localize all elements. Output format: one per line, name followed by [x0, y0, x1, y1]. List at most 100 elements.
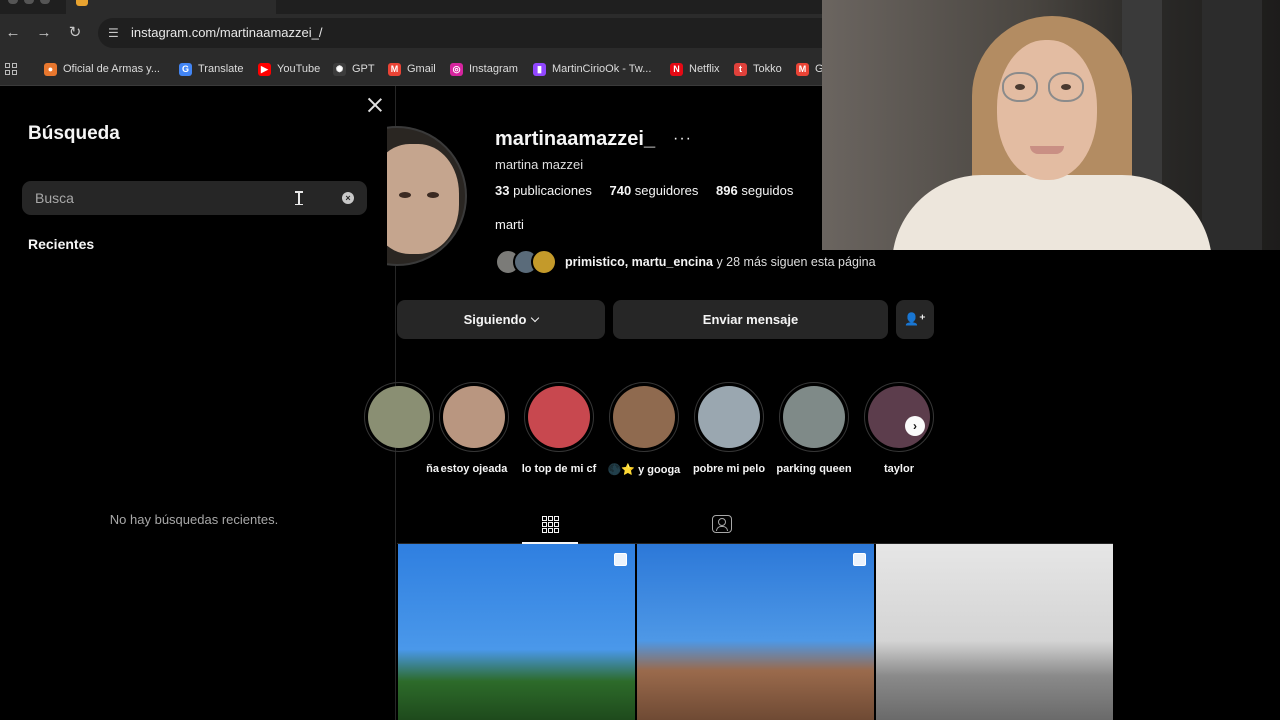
apps-grid-icon[interactable]: [5, 63, 18, 76]
person-eye: [1061, 84, 1071, 90]
address-bar[interactable]: ☰ instagram.com/martinaamazzei_/: [98, 18, 822, 48]
followers-label: seguidores: [631, 183, 699, 198]
highlight-label: 🌑⭐ y googa: [607, 464, 681, 476]
highlight-ring: [864, 382, 934, 452]
search-field[interactable]: ×: [22, 181, 367, 215]
minimize-window-icon[interactable]: [24, 0, 34, 4]
add-person-button[interactable]: 👤⁺: [896, 300, 934, 339]
search-panel: Búsqueda × Recientes No hay búsquedas re…: [0, 86, 396, 720]
close-window-icon[interactable]: [8, 0, 18, 4]
highlight-ring: [694, 382, 764, 452]
bookmark-item[interactable]: ◎ Instagram: [450, 61, 518, 77]
search-input[interactable]: [35, 181, 335, 215]
person-shirt: [892, 175, 1212, 250]
highlight-item[interactable]: parking queen: [774, 382, 854, 475]
posts-grid-icon[interactable]: [542, 516, 559, 533]
gpt-icon: ✺: [333, 62, 346, 76]
highlight-ring: [524, 382, 594, 452]
highlight-item[interactable]: pobre mi pelo: [689, 382, 769, 475]
avatar: [531, 249, 557, 275]
followed-by[interactable]: primistico, martu_encina y 28 más siguen…: [495, 248, 876, 276]
bookmark-item[interactable]: G Translate: [179, 61, 243, 77]
reload-icon[interactable]: ↻: [66, 24, 84, 42]
tagged-icon[interactable]: [712, 515, 732, 533]
maximize-window-icon[interactable]: [40, 0, 50, 4]
following-stat[interactable]: 896 seguidos: [716, 183, 793, 198]
clear-search-icon[interactable]: ×: [342, 192, 354, 204]
curtain: [1202, 0, 1262, 250]
person-mouth: [1030, 146, 1064, 154]
browser-toolbar: ← → ↻ ☰ instagram.com/martinaamazzei_/: [0, 14, 822, 52]
followers-count: 740: [609, 183, 632, 198]
highlight-label: lo top de mi cf: [521, 463, 597, 475]
following-button[interactable]: Siguiendo: [397, 300, 605, 339]
bookmark-label: Translate: [198, 63, 244, 75]
highlight-label: pobre mi pelo: [692, 463, 766, 475]
profile-stats: 33 publicaciones 740 seguidores 896 segu…: [495, 183, 807, 198]
more-options-icon[interactable]: ···: [673, 130, 692, 148]
highlight-item[interactable]: ña: [359, 382, 439, 475]
webcam-overlay: [822, 0, 1280, 250]
instagram-icon: ◎: [450, 62, 463, 76]
recent-heading: Recientes: [28, 236, 95, 252]
post-tile[interactable]: [876, 544, 1113, 720]
person-eye: [1015, 84, 1025, 90]
multi-photo-icon: [614, 553, 627, 566]
bookmark-item[interactable]: ▶ YouTube: [258, 61, 320, 77]
screen: ← → ↻ ☰ instagram.com/martinaamazzei_/ ●…: [0, 0, 1280, 720]
close-icon[interactable]: [366, 96, 384, 114]
bookmark-item[interactable]: t Tokko: [734, 61, 782, 77]
bookmark-item[interactable]: ● Oficial de Armas y...: [44, 61, 160, 77]
bookmark-item[interactable]: N Netflix: [670, 61, 720, 77]
browser-tab[interactable]: [66, 0, 276, 14]
url-text[interactable]: instagram.com/martinaamazzei_/: [131, 25, 322, 40]
bookmark-item[interactable]: M G: [796, 61, 824, 77]
post-tile[interactable]: [398, 544, 635, 720]
highlight-label: ña: [426, 463, 439, 475]
highlight-ring: [779, 382, 849, 452]
forward-icon[interactable]: →: [35, 24, 53, 42]
bookmark-label: Netflix: [689, 63, 720, 75]
avatar-image: [387, 126, 467, 266]
highlight-item[interactable]: lo top de mi cf: [519, 382, 599, 475]
bookmark-label: MartinCirioOk - Tw...: [552, 63, 652, 75]
chevron-down-icon: [531, 313, 540, 323]
post-tile[interactable]: [637, 544, 874, 720]
avatar-face: [387, 144, 459, 254]
bookmark-item[interactable]: ✺ GPT: [333, 61, 375, 77]
story-highlights: ña estoy ojeada lo top de mi cf 🌑⭐ y goo…: [364, 382, 957, 482]
globe-icon: ●: [44, 62, 57, 76]
back-icon[interactable]: ←: [4, 24, 22, 42]
bookmark-label: GPT: [352, 63, 375, 75]
profile-username: martinaamazzei_: [495, 128, 656, 150]
bookmark-item[interactable]: M Gmail: [388, 61, 436, 77]
following-count: 896: [716, 183, 738, 198]
highlight-cover: [783, 386, 845, 448]
add-person-icon: 👤⁺: [904, 312, 926, 326]
following-button-label: Siguiendo: [463, 312, 527, 327]
highlight-item[interactable]: 🌑⭐ y googa: [604, 382, 684, 476]
send-message-button[interactable]: Enviar mensaje: [613, 300, 888, 339]
posts-label: publicaciones: [509, 183, 592, 198]
highlight-item[interactable]: estoy ojeada: [434, 382, 514, 475]
chevron-right-icon[interactable]: ›: [905, 416, 925, 436]
followers-stat[interactable]: 740 seguidores: [609, 183, 698, 198]
gmail-icon: M: [388, 62, 401, 76]
multi-photo-icon: [853, 553, 866, 566]
bookmark-label: Instagram: [469, 63, 518, 75]
netflix-icon: N: [670, 62, 683, 76]
posts-stat: 33 publicaciones: [495, 183, 592, 198]
highlight-ring: [364, 382, 434, 452]
translate-icon: G: [179, 62, 192, 76]
tokko-icon: t: [734, 62, 747, 76]
highlight-item[interactable]: taylor: [859, 382, 939, 475]
posts-grid: [398, 544, 1114, 720]
site-settings-icon[interactable]: ☰: [108, 26, 122, 40]
text-cursor-icon: [295, 191, 303, 205]
bookmark-item[interactable]: ▮ MartinCirioOk - Tw...: [533, 61, 651, 77]
youtube-icon: ▶: [258, 62, 271, 76]
bookmarks-bar: ● Oficial de Armas y... G Translate ▶ Yo…: [0, 52, 824, 86]
following-label: seguidos: [737, 183, 794, 198]
profile-avatar[interactable]: [387, 126, 475, 266]
send-message-label: Enviar mensaje: [702, 312, 799, 327]
